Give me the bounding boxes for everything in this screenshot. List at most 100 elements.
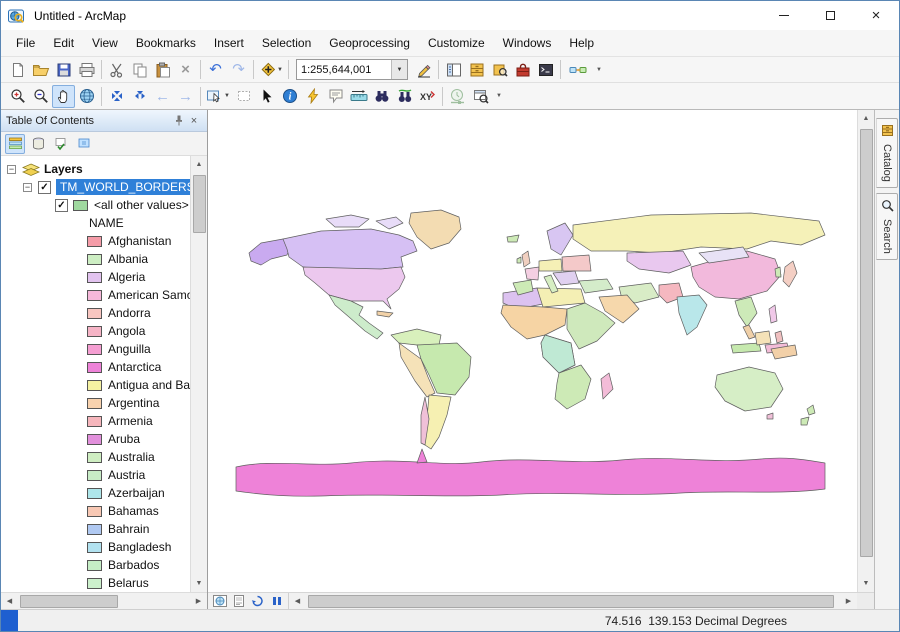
map-scale-value[interactable]: 1:255,644,001 (297, 64, 391, 76)
editor-toolbar-button[interactable] (412, 58, 435, 81)
scroll-right-icon[interactable]: ▶ (840, 593, 857, 610)
layout-view-button[interactable] (230, 594, 247, 609)
forward-extent-button[interactable]: → (174, 85, 197, 108)
tree-item-layer[interactable]: − ✓ TM_WORLD_BORDERS (1, 178, 190, 196)
legend-item[interactable]: Afghanistan (1, 232, 190, 250)
maximize-button[interactable] (807, 1, 853, 30)
scrollbar-thumb[interactable] (193, 175, 206, 233)
select-features-button[interactable]: ▼ (204, 85, 232, 108)
data-view-button[interactable] (211, 594, 228, 609)
legend-swatch[interactable] (87, 452, 102, 463)
legend-swatch[interactable] (87, 362, 102, 373)
measure-button[interactable] (347, 85, 370, 108)
cut-button[interactable] (105, 58, 128, 81)
tree-item-all-other-values[interactable]: ✓ <all other values> (1, 196, 190, 214)
menu-selection[interactable]: Selection (253, 30, 320, 56)
legend-item[interactable]: Argentina (1, 394, 190, 412)
fixed-zoom-in-button[interactable] (105, 85, 128, 108)
legend-item[interactable]: Antarctica (1, 358, 190, 376)
menu-view[interactable]: View (83, 30, 127, 56)
toc-vertical-scrollbar[interactable]: ▲ ▼ (190, 156, 207, 592)
legend-item[interactable]: Belarus (1, 574, 190, 592)
scroll-up-icon[interactable]: ▲ (858, 110, 875, 127)
toolbar-overflow-icon[interactable]: ▼ (596, 67, 602, 73)
tab-search[interactable]: Search (876, 193, 898, 260)
legend-swatch[interactable] (87, 380, 102, 391)
find-route-button[interactable] (393, 85, 416, 108)
list-by-visibility-button[interactable] (51, 134, 71, 154)
full-extent-button[interactable] (75, 85, 98, 108)
collapse-icon[interactable]: − (23, 183, 32, 192)
catalog-window-button[interactable] (465, 58, 488, 81)
redo-button[interactable]: ↷ (227, 58, 250, 81)
close-button[interactable]: × (853, 1, 899, 30)
minimize-button[interactable] (761, 1, 807, 30)
menu-geoprocessing[interactable]: Geoprocessing (320, 30, 419, 56)
toc-close-button[interactable]: × (186, 113, 202, 129)
legend-swatch[interactable] (87, 272, 102, 283)
print-button[interactable] (75, 58, 98, 81)
go-to-xy-button[interactable]: XY (416, 85, 439, 108)
list-by-source-button[interactable] (28, 134, 48, 154)
undo-button[interactable]: ↶ (204, 58, 227, 81)
legend-swatch[interactable] (87, 470, 102, 481)
viewer-window-button[interactable] (469, 85, 492, 108)
select-elements-button[interactable] (255, 85, 278, 108)
menu-insert[interactable]: Insert (205, 30, 253, 56)
menu-file[interactable]: File (7, 30, 44, 56)
scroll-down-icon[interactable]: ▼ (858, 575, 875, 592)
menu-edit[interactable]: Edit (44, 30, 83, 56)
layer-visibility-checkbox[interactable]: ✓ (38, 181, 51, 194)
paste-button[interactable] (151, 58, 174, 81)
hyperlink-button[interactable] (301, 85, 324, 108)
legend-item[interactable]: Austria (1, 466, 190, 484)
list-by-selection-button[interactable] (74, 134, 94, 154)
open-folder-button[interactable] (29, 58, 52, 81)
legend-item[interactable]: Armenia (1, 412, 190, 430)
arctoolbox-button[interactable] (511, 58, 534, 81)
search-window-button[interactable] (488, 58, 511, 81)
find-button[interactable] (370, 85, 393, 108)
copy-button[interactable] (128, 58, 151, 81)
legend-swatch[interactable] (87, 434, 102, 445)
zoom-in-button[interactable] (6, 85, 29, 108)
map-scale-combobox[interactable]: 1:255,644,001 ▼ (296, 59, 408, 80)
legend-item[interactable]: Azerbaijan (1, 484, 190, 502)
menu-bookmarks[interactable]: Bookmarks (127, 30, 205, 56)
pause-drawing-button[interactable] (268, 594, 285, 609)
legend-item[interactable]: Anguilla (1, 340, 190, 358)
map-vertical-scrollbar[interactable]: ▲ ▼ (857, 110, 874, 592)
legend-item[interactable]: Angola (1, 322, 190, 340)
legend-item[interactable]: Aruba (1, 430, 190, 448)
legend-swatch[interactable] (87, 560, 102, 571)
scale-dropdown-button[interactable]: ▼ (391, 60, 407, 79)
legend-swatch[interactable] (87, 254, 102, 265)
pin-button[interactable] (170, 113, 186, 129)
scroll-left-icon[interactable]: ◀ (289, 593, 306, 610)
legend-swatch[interactable] (87, 236, 102, 247)
legend-item[interactable]: Bangladesh (1, 538, 190, 556)
legend-swatch[interactable] (87, 524, 102, 535)
delete-button[interactable]: × (174, 58, 197, 81)
legend-item[interactable]: Bahamas (1, 502, 190, 520)
menu-windows[interactable]: Windows (494, 30, 561, 56)
add-data-button[interactable]: ▼ (257, 58, 285, 81)
time-slider-button[interactable] (446, 85, 469, 108)
legend-item[interactable]: American Samoa (1, 286, 190, 304)
toc-horizontal-scrollbar[interactable]: ◀ ▶ (1, 592, 207, 609)
legend-item[interactable]: Bahrain (1, 520, 190, 538)
identify-button[interactable]: i (278, 85, 301, 108)
scrollbar-thumb[interactable] (308, 595, 834, 608)
symbol-class-checkbox[interactable]: ✓ (55, 199, 68, 212)
scroll-right-icon[interactable]: ▶ (190, 593, 207, 610)
new-document-button[interactable] (6, 58, 29, 81)
list-by-drawing-order-button[interactable] (5, 134, 25, 154)
map-canvas[interactable] (208, 110, 857, 592)
menu-help[interactable]: Help (560, 30, 603, 56)
legend-swatch[interactable] (87, 308, 102, 319)
legend-swatch[interactable] (87, 506, 102, 517)
legend-swatch[interactable] (87, 488, 102, 499)
tree-item-layers[interactable]: − Layers (1, 160, 190, 178)
pan-tool-button[interactable] (52, 85, 75, 108)
fixed-zoom-out-button[interactable] (128, 85, 151, 108)
